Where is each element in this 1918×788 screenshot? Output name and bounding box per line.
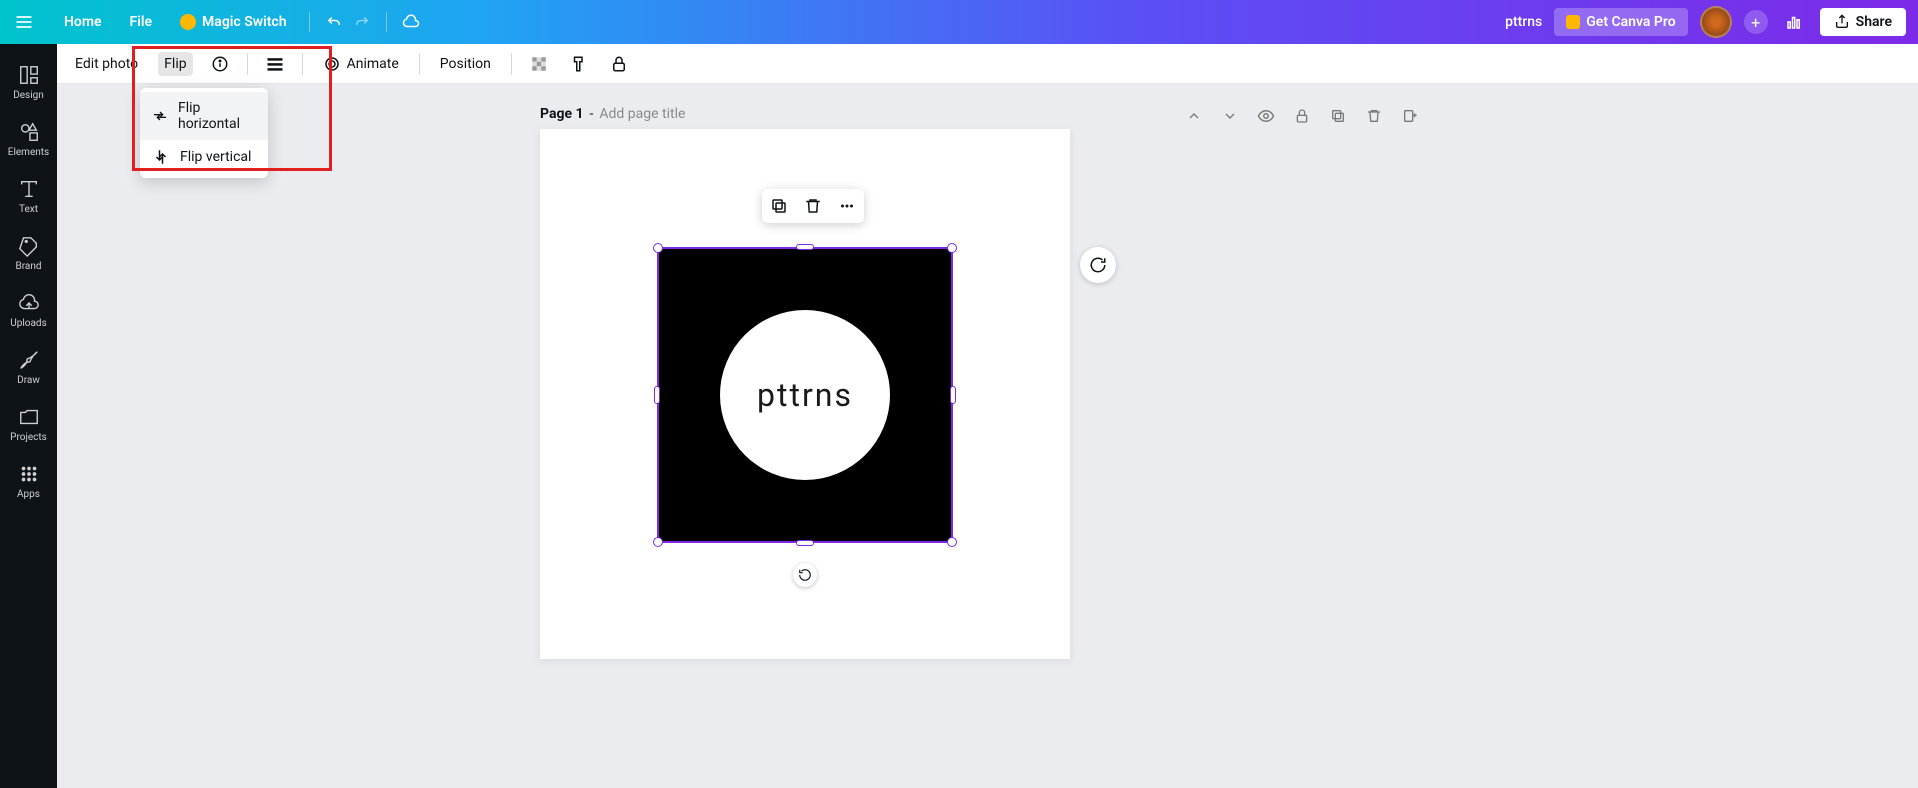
flip-vertical-label: Flip vertical [180, 149, 251, 165]
duplicate-element-button[interactable] [768, 195, 790, 217]
transparency-button[interactable] [526, 51, 552, 77]
share-button[interactable]: Share [1820, 8, 1906, 36]
sidebar-label: Projects [10, 432, 47, 443]
top-header: Home File Magic Switch pttrns Get Canva … [0, 0, 1918, 44]
page-header: Page 1 - Add page title [540, 106, 685, 122]
animate-label: Animate [347, 56, 399, 72]
top-nav: Home File Magic Switch [52, 8, 299, 36]
sidebar-label: Elements [8, 147, 49, 158]
sidebar-label: Apps [17, 489, 40, 500]
sidebar-label: Uploads [10, 318, 46, 329]
resize-handle-tm[interactable] [796, 244, 814, 250]
logo-text: pttrns [757, 376, 853, 414]
left-sidebar: Design Elements Text Brand Uploads Draw … [0, 44, 57, 788]
top-right-group: pttrns Get Canva Pro + Share [1505, 6, 1906, 38]
page-down-button[interactable] [1220, 106, 1240, 126]
flip-button[interactable]: Flip [158, 52, 192, 76]
sidebar-item-elements[interactable]: Elements [0, 111, 57, 168]
more-element-button[interactable] [836, 195, 858, 217]
sparkle-icon [180, 14, 196, 30]
flip-vertical-option[interactable]: Flip vertical [140, 140, 268, 174]
sidebar-label: Draw [17, 375, 40, 386]
flip-dropdown: Flip horizontal Flip vertical [140, 88, 268, 178]
flip-horizontal-option[interactable]: Flip horizontal [140, 92, 268, 140]
resize-handle-br[interactable] [947, 537, 957, 547]
get-canva-pro-button[interactable]: Get Canva Pro [1554, 8, 1687, 36]
redo-button[interactable] [348, 8, 376, 36]
magic-switch-button[interactable]: Magic Switch [168, 8, 299, 36]
sidebar-label: Brand [15, 261, 41, 272]
duplicate-page-button[interactable] [1328, 106, 1348, 126]
resize-handle-rm[interactable] [950, 386, 956, 404]
lock-button[interactable] [606, 51, 632, 77]
sidebar-label: Text [19, 204, 38, 215]
flip-horizontal-label: Flip horizontal [178, 100, 256, 132]
sidebar-item-uploads[interactable]: Uploads [0, 282, 57, 339]
sidebar-item-projects[interactable]: Projects [0, 396, 57, 453]
element-floating-toolbar [762, 189, 864, 223]
delete-element-button[interactable] [802, 195, 824, 217]
divider [419, 53, 420, 75]
hide-page-button[interactable] [1256, 106, 1276, 126]
page-controls [1184, 106, 1420, 126]
sidebar-item-design[interactable]: Design [0, 54, 57, 111]
divider [247, 53, 248, 75]
page-up-button[interactable] [1184, 106, 1204, 126]
sidebar-item-apps[interactable]: Apps [0, 453, 57, 510]
analytics-button[interactable] [1780, 8, 1808, 36]
lock-page-button[interactable] [1292, 106, 1312, 126]
sidebar-label: Design [13, 90, 44, 101]
document-title[interactable]: pttrns [1505, 14, 1542, 30]
animate-button[interactable]: Animate [317, 51, 405, 77]
logo-image[interactable]: pttrns [659, 249, 951, 541]
sidebar-item-text[interactable]: Text [0, 168, 57, 225]
divider [309, 12, 310, 32]
regenerate-button[interactable] [1080, 247, 1116, 283]
resize-handle-bm[interactable] [796, 540, 814, 546]
add-page-button[interactable] [1400, 106, 1420, 126]
line-style-button[interactable] [262, 51, 288, 77]
cloud-sync-icon[interactable] [397, 8, 425, 36]
sidebar-item-draw[interactable]: Draw [0, 339, 57, 396]
edit-photo-button[interactable]: Edit photo [69, 52, 144, 76]
delete-page-button[interactable] [1364, 106, 1384, 126]
position-button[interactable]: Position [434, 52, 497, 76]
undo-button[interactable] [320, 8, 348, 36]
page-title-separator: - [590, 106, 594, 122]
logo-circle: pttrns [720, 310, 890, 480]
divider [386, 12, 387, 32]
canvas-area: Page 1 - Add page title pttrns [57, 84, 1918, 788]
add-member-button[interactable]: + [1744, 10, 1768, 34]
sidebar-item-brand[interactable]: Brand [0, 225, 57, 282]
avatar[interactable] [1700, 6, 1732, 38]
home-link[interactable]: Home [52, 8, 114, 36]
magic-switch-label: Magic Switch [202, 14, 287, 30]
rotate-handle[interactable] [793, 563, 817, 587]
copy-style-button[interactable] [566, 51, 592, 77]
context-toolbar: Edit photo Flip Animate Position [57, 44, 1918, 84]
divider [511, 53, 512, 75]
get-pro-label: Get Canva Pro [1586, 14, 1675, 30]
page-number-label: Page 1 [540, 106, 584, 122]
menu-icon[interactable] [12, 10, 36, 34]
page-title-input[interactable]: Add page title [599, 106, 685, 122]
crown-icon [1566, 15, 1580, 29]
divider [302, 53, 303, 75]
share-label: Share [1856, 14, 1892, 30]
resize-handle-lm[interactable] [654, 386, 660, 404]
info-icon[interactable] [207, 51, 233, 77]
file-menu[interactable]: File [118, 8, 165, 36]
resize-handle-tl[interactable] [653, 243, 663, 253]
resize-handle-tr[interactable] [947, 243, 957, 253]
resize-handle-bl[interactable] [653, 537, 663, 547]
selected-element[interactable]: pttrns [657, 247, 953, 543]
